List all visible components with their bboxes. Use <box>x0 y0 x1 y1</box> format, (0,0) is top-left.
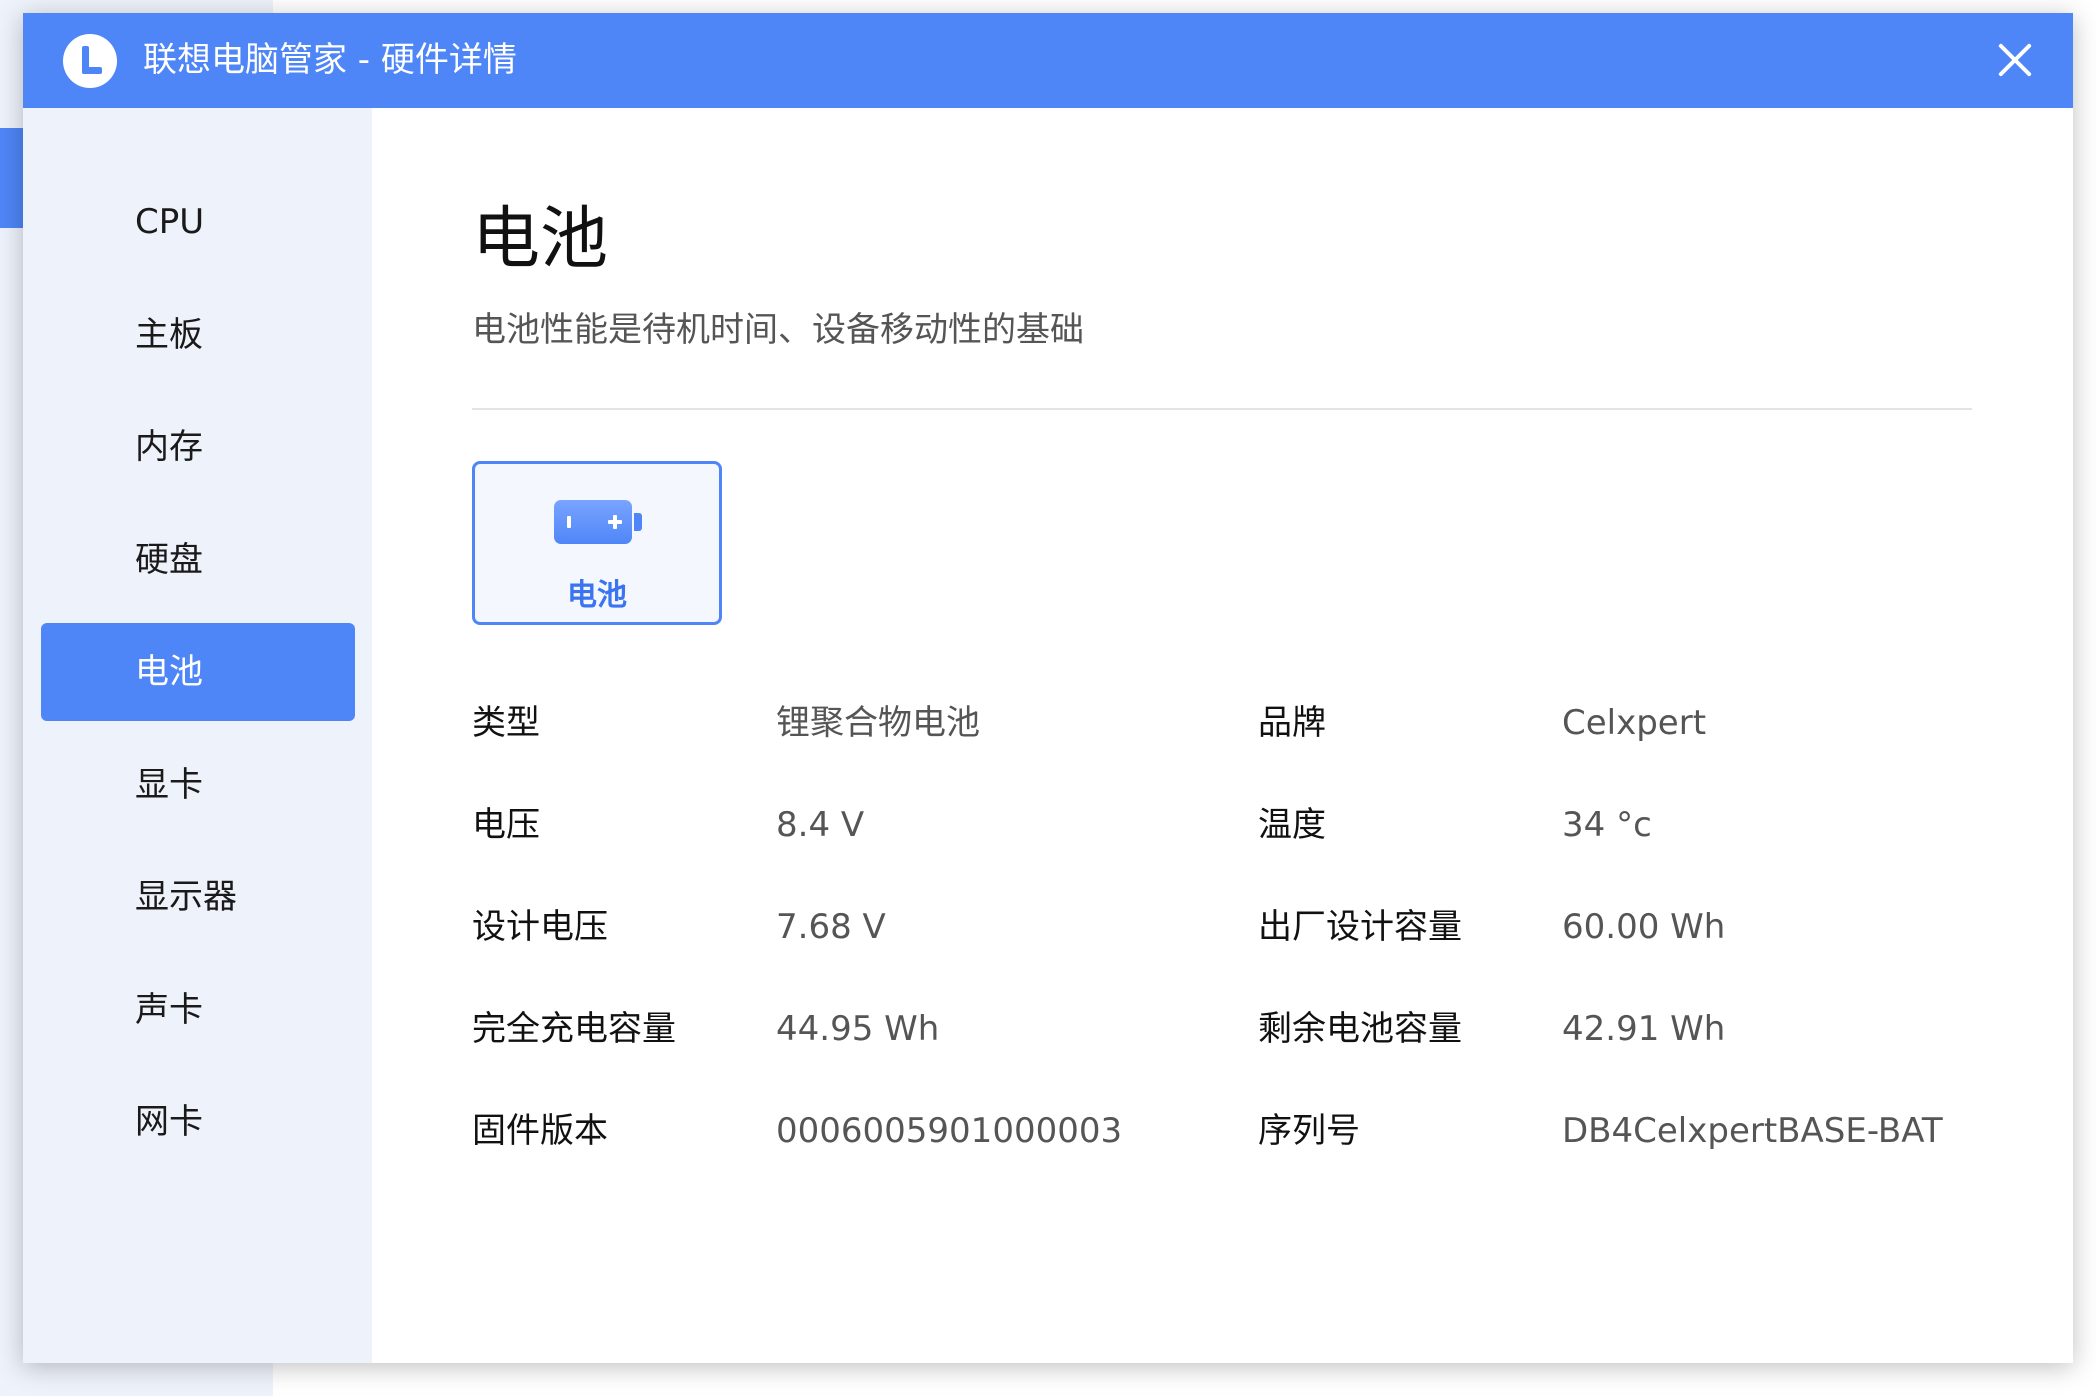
sidebar-item-label: 显卡 <box>135 765 203 805</box>
sidebar-item-memory[interactable]: 内存 <box>41 398 355 496</box>
sidebar-item-display[interactable]: 显示器 <box>41 848 355 946</box>
hardware-details-window: 联想电脑管家 - 硬件详情 CPU 主板 内存 硬盘 电池 显卡 显示器 声卡 … <box>23 13 2073 1363</box>
spec-value-firmware-version: 0006005901000003 <box>776 1111 1123 1151</box>
spec-value-serial-number: DB4CelxpertBASE-BAT <box>1562 1111 1943 1151</box>
battery-device-card[interactable]: 电池 <box>472 461 722 625</box>
sidebar-item-label: 声卡 <box>135 990 203 1030</box>
device-card-label: 电池 <box>567 578 627 613</box>
sidebar-item-motherboard[interactable]: 主板 <box>41 286 355 384</box>
spec-value-remaining-capacity: 42.91 Wh <box>1562 1009 1726 1049</box>
spec-label-design-capacity: 出厂设计容量 <box>1258 907 1462 947</box>
lenovo-logo-icon <box>63 34 117 88</box>
sidebar-item-battery[interactable]: 电池 <box>41 623 355 721</box>
close-icon[interactable] <box>1993 38 2037 82</box>
sidebar-item-disk[interactable]: 硬盘 <box>41 511 355 609</box>
spec-value-design-voltage: 7.68 V <box>776 907 886 947</box>
sidebar-item-label: 显示器 <box>135 877 237 917</box>
spec-value-temperature: 34 °c <box>1562 805 1652 845</box>
page-title: 电池 <box>472 200 609 279</box>
spec-value-brand: Celxpert <box>1562 703 1707 743</box>
sidebar-item-label: CPU <box>135 202 205 242</box>
spec-value-type: 锂聚合物电池 <box>776 703 980 743</box>
spec-value-voltage: 8.4 V <box>776 805 865 845</box>
sidebar-item-graphics[interactable]: 显卡 <box>41 736 355 834</box>
sidebar-item-label: 电池 <box>135 652 203 692</box>
spec-label-firmware-version: 固件版本 <box>472 1111 608 1151</box>
spec-label-brand: 品牌 <box>1258 703 1326 743</box>
spec-label-full-charge-capacity: 完全充电容量 <box>472 1009 676 1049</box>
window-title: 联想电脑管家 - 硬件详情 <box>143 40 517 80</box>
spec-label-temperature: 温度 <box>1258 805 1326 845</box>
spec-label-remaining-capacity: 剩余电池容量 <box>1258 1009 1462 1049</box>
sidebar-item-cpu[interactable]: CPU <box>41 173 355 271</box>
sidebar-item-label: 内存 <box>135 427 203 467</box>
page-subtitle: 电池性能是待机时间、设备移动性的基础 <box>472 310 1084 350</box>
hardware-sidebar: CPU 主板 内存 硬盘 电池 显卡 显示器 声卡 网卡 <box>23 108 372 1363</box>
battery-details-panel: 电池 电池性能是待机时间、设备移动性的基础 电池 类型 锂聚合物电池 品牌 Ce… <box>372 108 2073 1363</box>
spec-label-type: 类型 <box>472 703 540 743</box>
spec-label-design-voltage: 设计电压 <box>472 907 608 947</box>
sidebar-item-label: 主板 <box>135 315 203 355</box>
sidebar-item-network-card[interactable]: 网卡 <box>41 1073 355 1171</box>
spec-value-full-charge-capacity: 44.95 Wh <box>776 1009 940 1049</box>
spec-label-serial-number: 序列号 <box>1258 1111 1360 1151</box>
sidebar-item-label: 网卡 <box>135 1102 203 1142</box>
title-bar: 联想电脑管家 - 硬件详情 <box>23 13 2073 108</box>
background-active-indicator <box>0 128 24 228</box>
spec-value-design-capacity: 60.00 Wh <box>1562 907 1726 947</box>
battery-icon <box>554 500 642 544</box>
sidebar-item-label: 硬盘 <box>135 540 203 580</box>
spec-label-voltage: 电压 <box>472 805 540 845</box>
divider <box>472 408 1972 410</box>
sidebar-item-sound-card[interactable]: 声卡 <box>41 961 355 1059</box>
